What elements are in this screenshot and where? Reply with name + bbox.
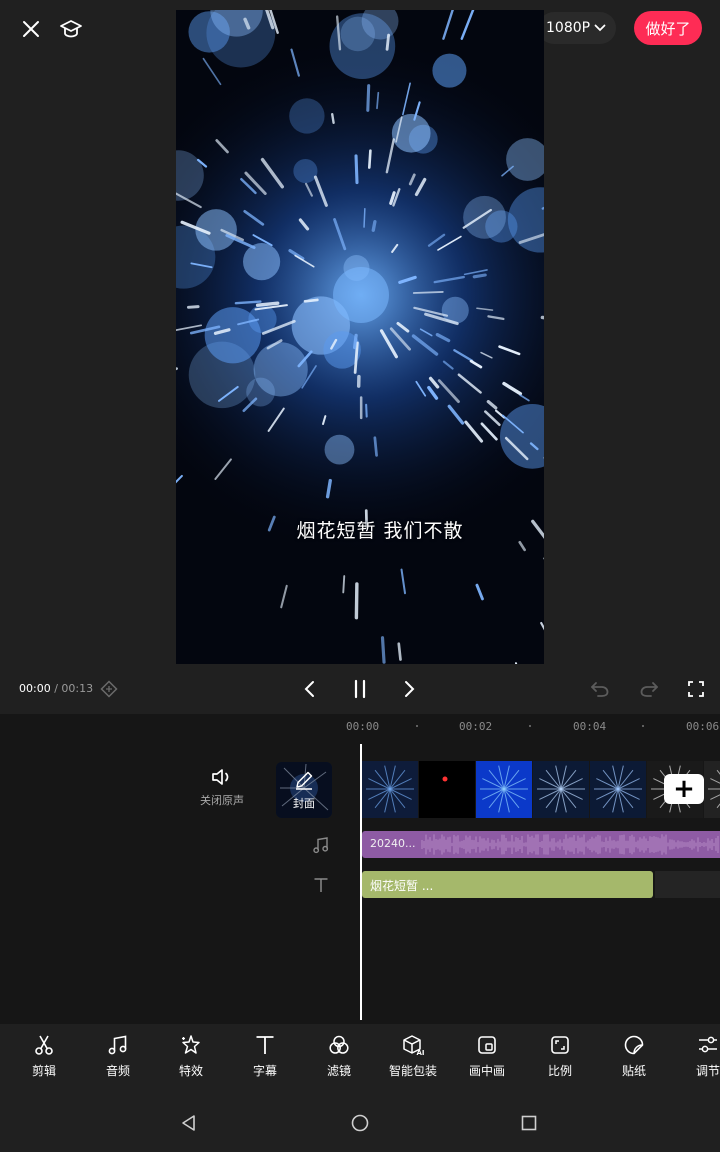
tutorial-button[interactable] <box>56 14 86 44</box>
recents-square-icon <box>521 1115 537 1131</box>
video-preview[interactable]: 烟花短暂 我们不散 <box>176 10 544 664</box>
previous-frame-button[interactable] <box>296 676 324 702</box>
tool-aspect-ratio[interactable]: 比例 <box>528 1034 592 1079</box>
music-note-icon <box>108 1035 127 1055</box>
timeline-panel[interactable]: 00:00 00:02 00:04 00:06 关闭原声 封面 + 20240.… <box>0 714 720 1024</box>
tool-label: 贴纸 <box>621 1064 646 1078</box>
mute-original-audio-button[interactable]: 关闭原声 <box>198 766 246 808</box>
audio-clip[interactable]: 20240... <box>362 831 720 858</box>
system-back-button[interactable] <box>174 1108 204 1138</box>
redo-icon <box>640 682 658 697</box>
picture-in-picture-icon <box>478 1036 496 1054</box>
chevron-left-icon <box>304 681 314 697</box>
tool-edit[interactable]: 剪辑 <box>12 1034 76 1079</box>
home-circle-icon <box>351 1114 369 1132</box>
set-cover-button[interactable]: 封面 <box>276 762 332 818</box>
ai-package-icon: AI <box>403 1035 425 1056</box>
tool-label: 调节 <box>695 1064 720 1078</box>
time-separator: / <box>50 682 62 695</box>
video-subtitle: 烟花短暂 我们不散 <box>296 520 464 542</box>
svg-text:AI: AI <box>417 1049 425 1056</box>
back-triangle-icon <box>182 1115 195 1131</box>
text-track-icon-wrap <box>310 874 332 896</box>
fullscreen-button[interactable] <box>682 676 710 702</box>
tool-picture-in-picture[interactable]: 画中画 <box>455 1034 519 1079</box>
tool-label: 画中画 <box>468 1064 505 1078</box>
chevron-down-icon <box>594 24 606 32</box>
tool-label: 特效 <box>178 1064 203 1078</box>
audio-clip-label: 20240... <box>370 837 416 850</box>
text-t-icon <box>256 1036 274 1054</box>
tick-dot <box>642 725 644 727</box>
tool-label: 智能包装 <box>388 1064 437 1078</box>
fullscreen-icon <box>688 681 704 697</box>
resolution-selector[interactable]: 1080P <box>538 12 617 44</box>
time-tick: 00:04 <box>573 720 607 733</box>
pause-button[interactable] <box>346 676 374 702</box>
text-clip[interactable]: 烟花短暂 ... <box>362 871 653 898</box>
scissors-icon <box>35 1035 53 1055</box>
tool-filters[interactable]: 滤镜 <box>307 1034 371 1079</box>
fireworks-video-frame <box>176 10 544 664</box>
speaker-icon <box>212 769 229 785</box>
tool-smart-package[interactable]: AI 智能包装 <box>381 1034 445 1079</box>
resolution-label: 1080P <box>546 20 591 36</box>
music-note-icon <box>313 837 329 854</box>
chevron-right-icon <box>405 681 415 697</box>
aspect-ratio-icon <box>551 1036 569 1054</box>
audio-waveform <box>421 834 719 855</box>
next-frame-button[interactable] <box>395 676 423 702</box>
add-clip-button[interactable]: + <box>664 774 704 804</box>
text-t-icon <box>314 878 328 892</box>
system-home-button[interactable] <box>345 1108 375 1138</box>
bottom-toolbar: 剪辑 音频 特效 字幕 滤镜 AI 智能包装 画中画 比例 贴纸 调节 <box>0 1024 720 1088</box>
undo-button[interactable] <box>586 676 614 702</box>
time-tick: 00:02 <box>459 720 493 733</box>
tool-audio[interactable]: 音频 <box>86 1034 150 1079</box>
audio-track-icon-wrap <box>310 834 332 856</box>
done-button[interactable]: 做好了 <box>634 11 702 45</box>
playhead[interactable] <box>360 744 362 1020</box>
mute-original-audio-label: 关闭原声 <box>200 794 244 807</box>
tool-captions[interactable]: 字幕 <box>233 1034 297 1079</box>
tool-label: 音频 <box>105 1064 130 1078</box>
tool-label: 字幕 <box>252 1064 277 1078</box>
redo-button[interactable] <box>635 676 663 702</box>
tool-adjust[interactable]: 调节 <box>676 1034 720 1079</box>
tool-label: 剪辑 <box>31 1064 56 1078</box>
tool-effects[interactable]: 特效 <box>159 1034 223 1079</box>
system-recents-button[interactable] <box>514 1108 544 1138</box>
text-clip-label: 烟花短暂 ... <box>370 879 434 893</box>
plus-icon: + <box>673 774 695 804</box>
pencil-icon <box>296 771 313 790</box>
sticker-icon <box>624 1035 644 1055</box>
current-time: 00:00 <box>19 682 51 695</box>
keyframe-diamond-icon <box>100 680 118 698</box>
close-icon <box>23 21 39 37</box>
undo-icon <box>591 682 609 697</box>
add-keyframe-button[interactable] <box>95 676 123 702</box>
empty-text-track <box>655 871 720 898</box>
tool-stickers[interactable]: 贴纸 <box>602 1034 666 1079</box>
tool-label: 滤镜 <box>326 1064 351 1078</box>
tick-dot <box>529 725 531 727</box>
sparkle-star-icon <box>182 1035 200 1054</box>
time-tick: 00:06 <box>686 720 720 733</box>
cover-label: 封面 <box>293 797 315 810</box>
tick-dot <box>416 725 418 727</box>
pause-icon <box>354 679 366 699</box>
close-button[interactable] <box>16 14 46 44</box>
tool-label: 比例 <box>547 1064 572 1078</box>
timecode: 00:00 / 00:13 <box>19 682 93 695</box>
graduation-cap-icon <box>60 20 82 38</box>
time-tick: 00:00 <box>346 720 380 733</box>
total-time: 00:13 <box>61 682 94 695</box>
filter-circles-icon <box>329 1035 349 1054</box>
adjust-sliders-icon <box>699 1036 717 1053</box>
